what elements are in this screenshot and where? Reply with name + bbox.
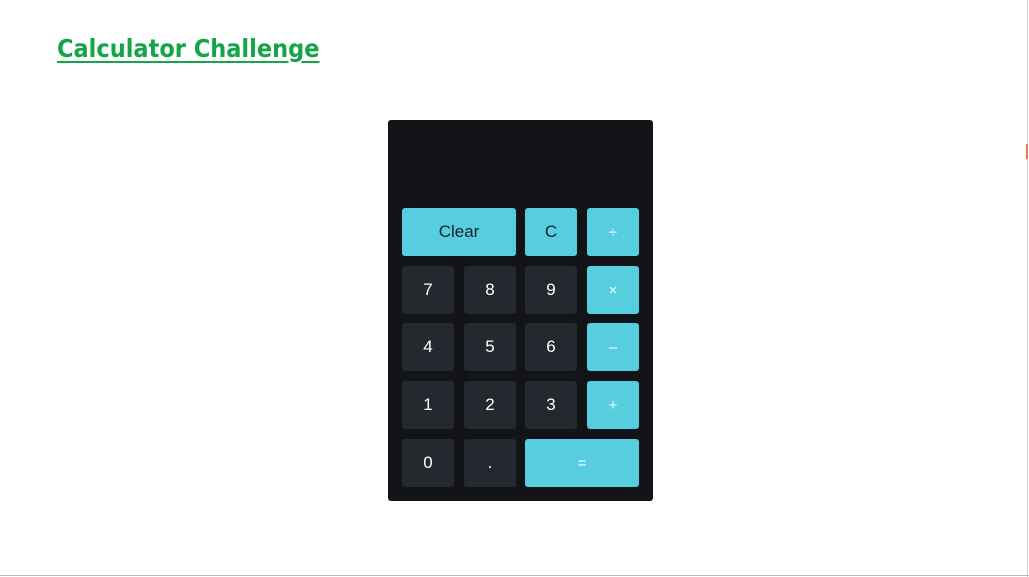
- digit-8-button[interactable]: 8: [464, 266, 516, 314]
- window-right-border: [1027, 0, 1028, 577]
- subtract-button[interactable]: –: [587, 323, 639, 371]
- calculator-display: [402, 132, 638, 204]
- decimal-button[interactable]: .: [464, 439, 516, 487]
- digit-9-button[interactable]: 9: [525, 266, 577, 314]
- backspace-button[interactable]: C: [525, 208, 577, 256]
- digit-5-button[interactable]: 5: [464, 323, 516, 371]
- divide-button[interactable]: ÷: [587, 208, 639, 256]
- digit-7-button[interactable]: 7: [402, 266, 454, 314]
- digit-3-button[interactable]: 3: [525, 381, 577, 429]
- digit-1-button[interactable]: 1: [402, 381, 454, 429]
- digit-6-button[interactable]: 6: [525, 323, 577, 371]
- equals-button[interactable]: =: [525, 439, 639, 487]
- digit-0-button[interactable]: 0: [402, 439, 454, 487]
- multiply-button[interactable]: ×: [587, 266, 639, 314]
- clear-button[interactable]: Clear: [402, 208, 516, 256]
- page-title: Calculator Challenge: [57, 34, 320, 63]
- window-bottom-border: [0, 575, 1029, 576]
- calculator: Clear C ÷ 7 8 9 × 4 5 6 – 1 2 3 + 0 . =: [388, 120, 653, 501]
- edge-marker: [1026, 144, 1028, 159]
- add-button[interactable]: +: [587, 381, 639, 429]
- digit-4-button[interactable]: 4: [402, 323, 454, 371]
- digit-2-button[interactable]: 2: [464, 381, 516, 429]
